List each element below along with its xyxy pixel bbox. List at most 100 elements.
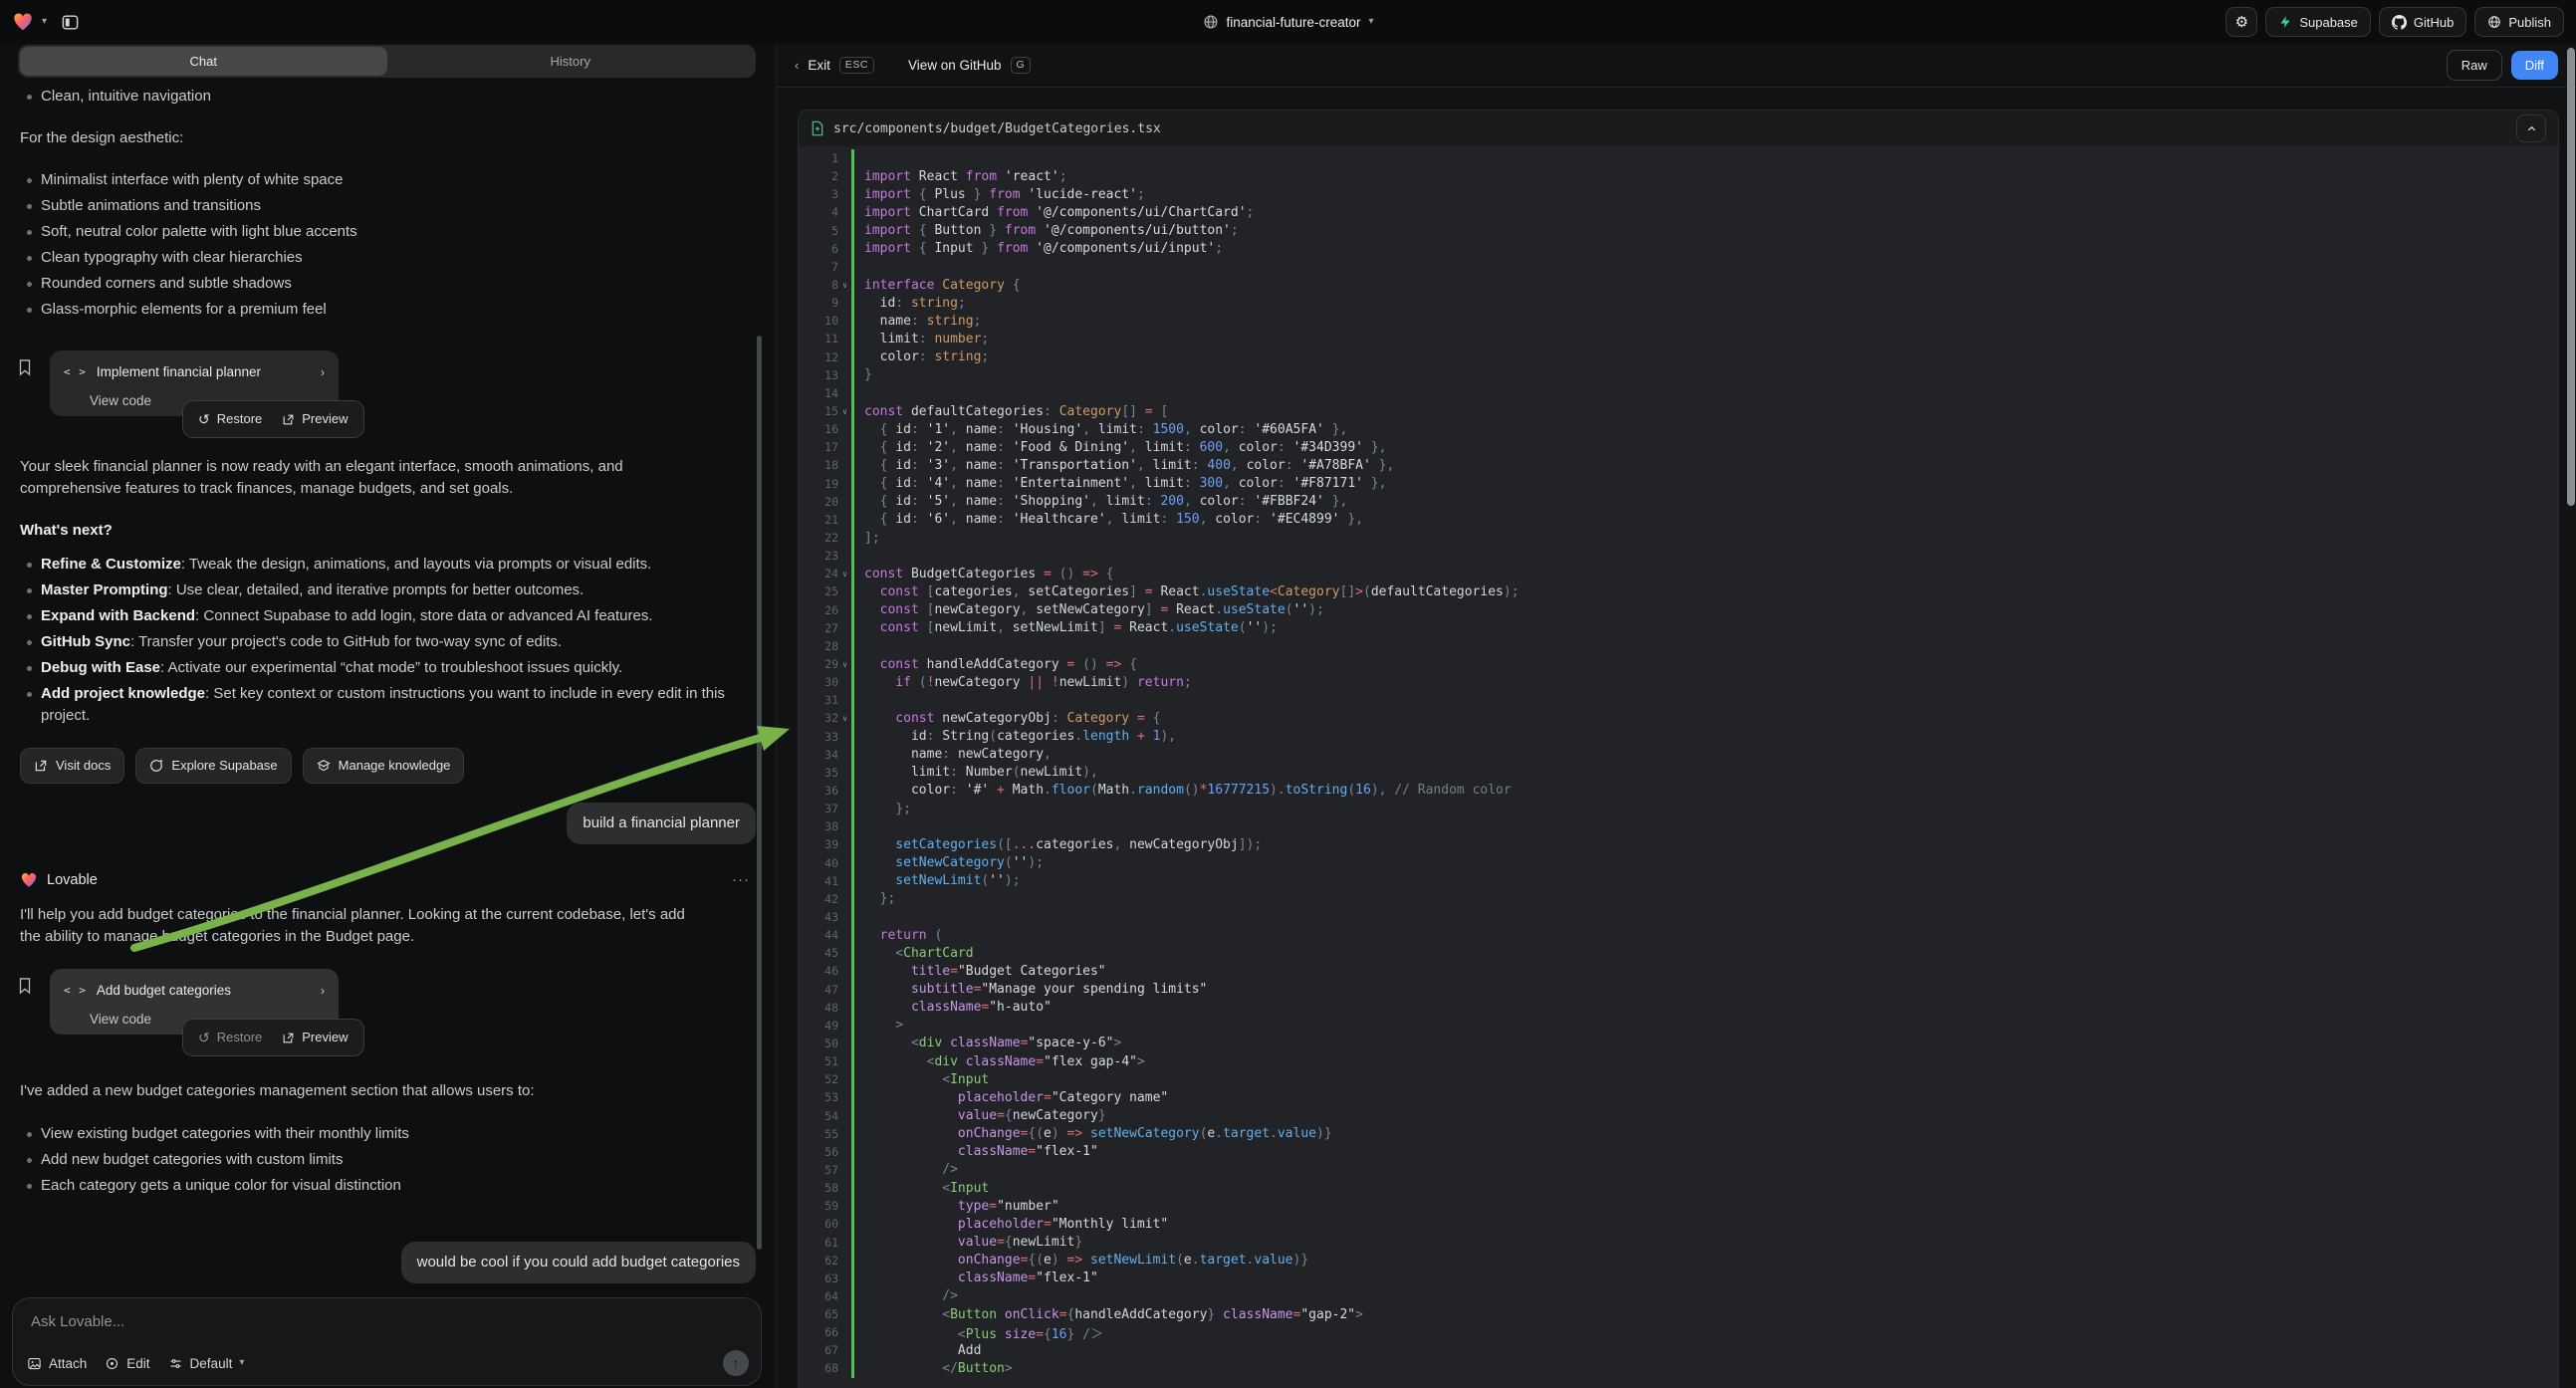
code-line: 61 value={newLimit} xyxy=(799,1233,2558,1251)
file-header[interactable]: src/components/budget/BudgetCategories.t… xyxy=(799,111,2558,146)
github-icon xyxy=(2392,15,2407,30)
github-button[interactable]: GitHub xyxy=(2379,7,2466,37)
explore-supabase-button[interactable]: Explore Supabase xyxy=(135,748,291,784)
list-item: Each category gets a unique color for vi… xyxy=(20,1175,756,1197)
attach-button[interactable]: Attach xyxy=(27,1356,87,1371)
code-panel: ‹ Exit ESC View on GitHub G Raw Diff src… xyxy=(776,44,2576,1388)
edit-title: Add budget categories xyxy=(97,980,231,1002)
preview-button[interactable]: Preview xyxy=(282,408,348,430)
code-line: 25 const [categories, setCategories] = R… xyxy=(799,582,2558,600)
edit-card-2: < > Add budget categories › View code ↺ … xyxy=(20,969,756,1054)
code-line: 36 color: '#' + Math.floor(Math.random()… xyxy=(799,782,2558,800)
bookmark-icon[interactable] xyxy=(17,358,33,376)
code-icon: < > xyxy=(64,361,87,383)
top-bar: ▾ financial-future-creator ▾ ⚙ xyxy=(0,0,2576,44)
chat-input[interactable] xyxy=(29,1312,749,1331)
restore-button[interactable]: ↺ Restore xyxy=(198,1027,262,1048)
code-line: 29∨ const handleAddCategory = () => { xyxy=(799,655,2558,673)
chevron-left-icon: ‹ xyxy=(795,58,799,73)
code-editor[interactable]: 12import React from 'react';3import { Pl… xyxy=(799,146,2558,1388)
restore-preview-pill: ↺ Restore Preview xyxy=(182,1019,364,1056)
code-line: 3import { Plus } from 'lucide-react'; xyxy=(799,185,2558,203)
code-line: 47 subtitle="Manage your spending limits… xyxy=(799,980,2558,998)
collapse-file-button[interactable] xyxy=(2516,115,2546,142)
code-line: 41 setNewLimit(''); xyxy=(799,872,2558,890)
publish-button[interactable]: Publish xyxy=(2474,7,2564,37)
project-title: financial-future-creator xyxy=(1226,15,1360,30)
project-switcher[interactable]: financial-future-creator ▾ xyxy=(1202,14,1373,30)
code-line: 57 /> xyxy=(799,1161,2558,1179)
assistant-name: Lovable xyxy=(47,869,98,891)
code-line: 16 { id: '1', name: 'Housing', limit: 15… xyxy=(799,420,2558,438)
help-paragraph: I'll help you add budget categories to t… xyxy=(20,904,756,948)
sliders-icon xyxy=(168,1356,183,1371)
code-line: 66 <Plus size={16} /＞ xyxy=(799,1323,2558,1341)
code-line: 50 <div className="space-y-6"> xyxy=(799,1035,2558,1052)
code-line: 65 <Button onClick={handleAddCategory} c… xyxy=(799,1305,2558,1323)
chat-scrollbar[interactable] xyxy=(757,336,762,1250)
target-icon xyxy=(105,1356,119,1371)
code-line: 60 placeholder="Monthly limit" xyxy=(799,1215,2558,1233)
list-item: Add project knowledge: Set key context o… xyxy=(20,683,738,727)
code-line: 31 xyxy=(799,691,2558,709)
chat-bubble-icon xyxy=(149,759,163,773)
code-line: 40 setNewCategory(''); xyxy=(799,853,2558,871)
supabase-button[interactable]: Supabase xyxy=(2265,7,2371,37)
list-item: Rounded corners and subtle shadows xyxy=(20,273,756,295)
tab-chat[interactable]: Chat xyxy=(20,47,387,76)
gear-icon: ⚙ xyxy=(2235,15,2248,30)
code-line: 58 <Input xyxy=(799,1179,2558,1197)
lovable-logo-icon[interactable] xyxy=(12,11,34,33)
code-line: 32∨ const newCategoryObj: Category = { xyxy=(799,709,2558,727)
lovable-app-window: ▾ financial-future-creator ▾ ⚙ xyxy=(0,0,2576,1388)
chat-messages: Clean, intuitive navigation For the desi… xyxy=(0,78,776,1297)
code-line: 37 }; xyxy=(799,800,2558,817)
window-scrollbar[interactable] xyxy=(2567,48,2575,506)
settings-button[interactable]: ⚙ xyxy=(2225,7,2257,37)
next-steps-list: Refine & Customize: Tweak the design, an… xyxy=(20,554,756,727)
project-chevron-down-icon: ▾ xyxy=(1369,17,1374,27)
diff-toggle-button[interactable]: Diff xyxy=(2511,51,2558,80)
view-on-github-button[interactable]: View on GitHub G xyxy=(908,57,1031,74)
code-line: 48 className="h-auto" xyxy=(799,999,2558,1017)
preview-button[interactable]: Preview xyxy=(282,1027,348,1048)
bookmark-icon[interactable] xyxy=(17,977,33,995)
code-line: 44 return ( xyxy=(799,926,2558,944)
code-line: 35 limit: Number(newLimit), xyxy=(799,764,2558,782)
model-selector[interactable]: Default ▾ xyxy=(168,1356,245,1371)
code-line: 54 value={newCategory} xyxy=(799,1106,2558,1124)
code-line: 34 name: newCategory, xyxy=(799,746,2558,764)
restore-icon: ↺ xyxy=(198,408,210,430)
list-item: GitHub Sync: Transfer your project's cod… xyxy=(20,631,756,653)
exit-button[interactable]: ‹ Exit ESC xyxy=(795,57,874,74)
chat-history-tabs: Chat History xyxy=(18,45,756,78)
code-line: 6import { Input } from '@/components/ui/… xyxy=(799,240,2558,258)
code-line: 63 className="flex-1" xyxy=(799,1270,2558,1287)
external-link-icon xyxy=(282,1032,295,1044)
list-item: Debug with Ease: Activate our experiment… xyxy=(20,657,756,679)
code-line: 49 > xyxy=(799,1017,2558,1035)
code-line: 46 title="Budget Categories" xyxy=(799,962,2558,980)
code-toolbar: ‹ Exit ESC View on GitHub G Raw Diff xyxy=(777,44,2576,88)
toggle-sidebar-icon[interactable] xyxy=(61,13,80,32)
file-path: src/components/budget/BudgetCategories.t… xyxy=(833,121,1161,136)
list-item: Clean, intuitive navigation xyxy=(20,86,756,108)
visit-docs-button[interactable]: Visit docs xyxy=(20,748,124,784)
restore-icon: ↺ xyxy=(198,1027,210,1048)
message-menu-button[interactable]: ··· xyxy=(732,869,750,891)
send-button[interactable]: ↑ xyxy=(723,1350,749,1376)
logo-chevron-down-icon[interactable]: ▾ xyxy=(42,17,47,27)
code-line: 22]; xyxy=(799,529,2558,547)
code-line: 17 { id: '2', name: 'Food & Dining', lim… xyxy=(799,438,2558,456)
design-bullet-list: Minimalist interface with plenty of whit… xyxy=(20,169,756,321)
manage-knowledge-button[interactable]: Manage knowledge xyxy=(303,748,465,784)
tab-history[interactable]: History xyxy=(387,47,755,76)
user-message: would be cool if you could add budget ca… xyxy=(401,1242,756,1283)
code-line: 12 color: string; xyxy=(799,348,2558,366)
restore-button[interactable]: ↺ Restore xyxy=(198,408,262,430)
code-line: 8∨interface Category { xyxy=(799,276,2558,294)
edit-mode-button[interactable]: Edit xyxy=(105,1356,149,1371)
raw-toggle-button[interactable]: Raw xyxy=(2447,50,2502,81)
code-line: 7 xyxy=(799,258,2558,276)
code-line: 13} xyxy=(799,366,2558,384)
